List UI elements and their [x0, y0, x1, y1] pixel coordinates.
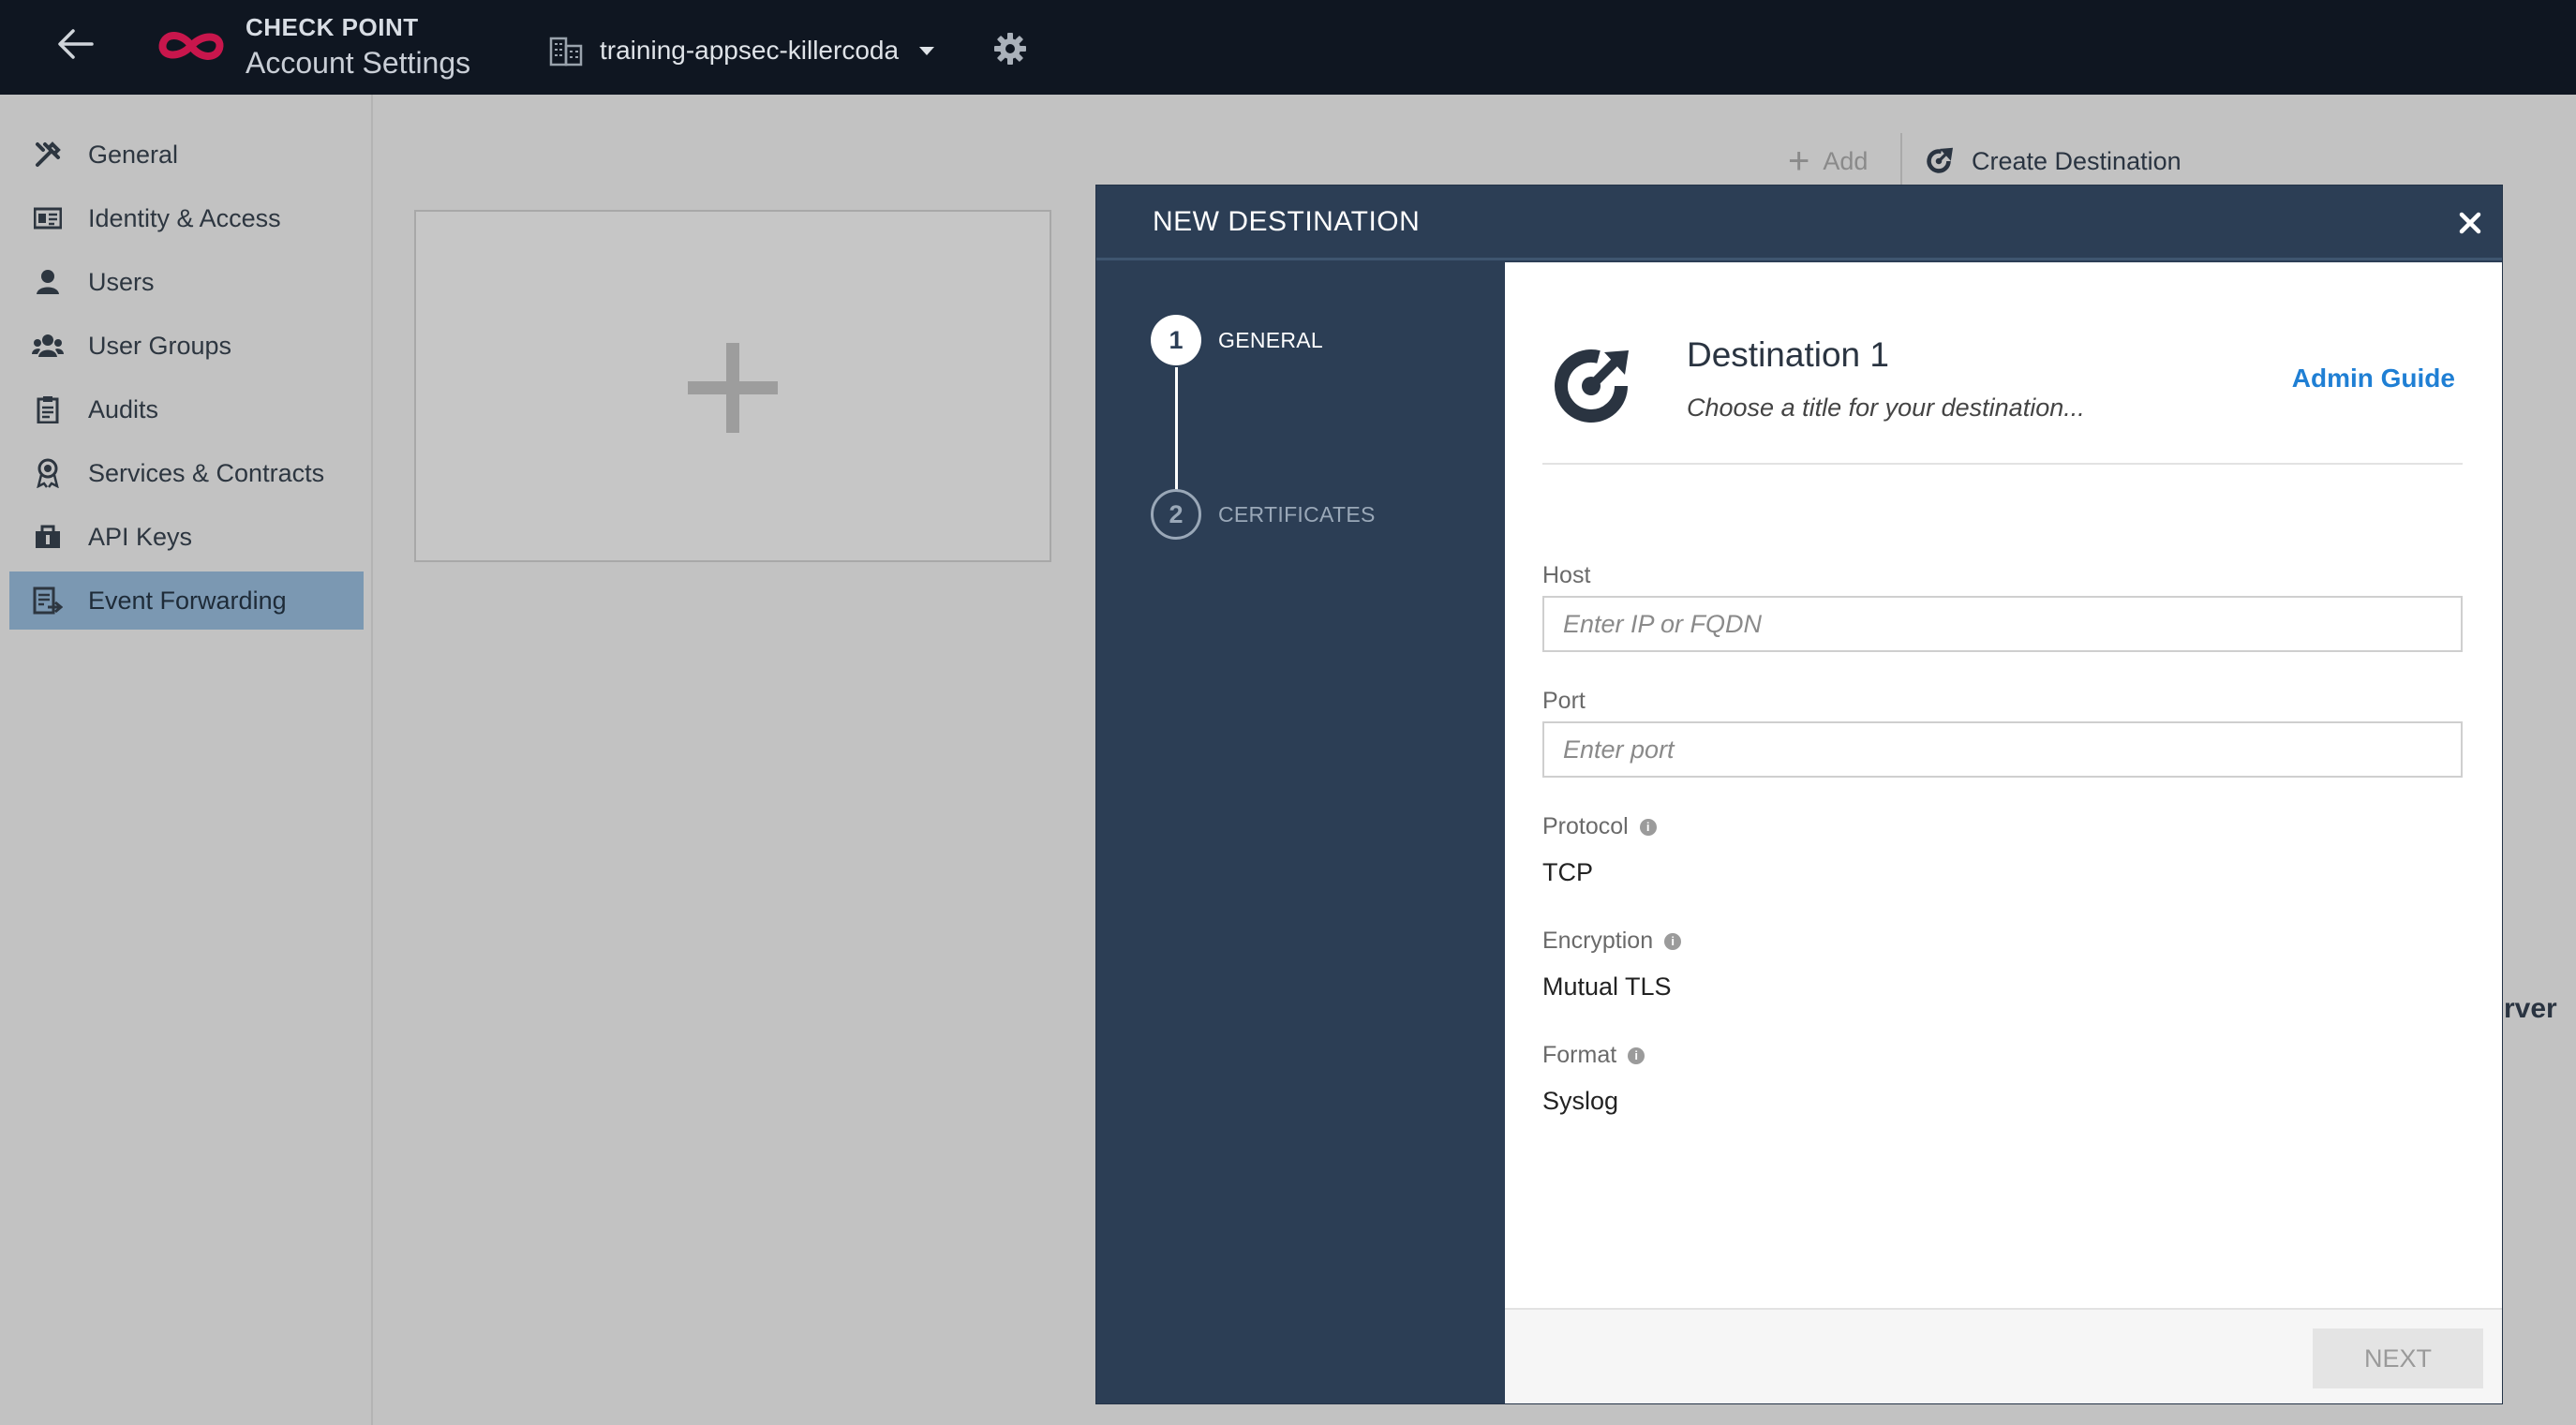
back-arrow-icon[interactable]: [52, 21, 99, 67]
modal-header: NEW DESTINATION: [1096, 186, 2502, 260]
step-general[interactable]: 1 GENERAL: [1151, 315, 1323, 365]
encryption-value: Mutual TLS: [1542, 972, 1672, 1001]
sidebar-item-api-keys[interactable]: API Keys: [9, 508, 364, 566]
step-number: 1: [1151, 315, 1201, 365]
sidebar-item-event-forwarding[interactable]: Event Forwarding: [9, 571, 364, 630]
admin-guide-link[interactable]: Admin Guide: [2292, 364, 2455, 393]
background-partial-text: rver: [2504, 993, 2557, 1024]
tools-icon: [32, 139, 64, 171]
top-bar: CHECK POINT Account Settings training-ap…: [0, 0, 2576, 95]
add-destination-card[interactable]: [414, 210, 1051, 562]
sidebar-item-label: Audits: [88, 394, 159, 423]
new-destination-modal: NEW DESTINATION 1 GENERAL 2 CERTIFICATES…: [1096, 186, 2502, 1403]
modal-footer: NEXT: [1505, 1308, 2502, 1403]
plus-icon: +: [1788, 141, 1810, 182]
encryption-label: Encryption i: [1542, 928, 1682, 955]
add-button-label: Add: [1823, 146, 1869, 175]
info-icon[interactable]: i: [1664, 932, 1682, 950]
protocol-label: Protocol i: [1542, 813, 1657, 840]
step-number: 2: [1151, 489, 1201, 540]
sidebar-item-label: Users: [88, 267, 155, 296]
destination-icon: [1542, 337, 1640, 435]
brand: CHECK POINT Account Settings: [246, 13, 470, 81]
account-name: training-appsec-killercoda: [600, 36, 900, 65]
id-card-icon: [32, 202, 64, 234]
general-form-panel: Destination 1 Choose a title for your de…: [1505, 262, 2502, 1403]
host-input[interactable]: [1542, 596, 2463, 652]
chevron-down-icon: [919, 46, 935, 55]
sidebar-item-label: Services & Contracts: [88, 458, 325, 487]
sidebar-item-user-groups[interactable]: User Groups: [9, 317, 364, 375]
gear-icon[interactable]: [991, 30, 1029, 67]
sidebar-item-audits[interactable]: Audits: [9, 380, 364, 438]
brand-name: CHECK POINT: [246, 13, 419, 41]
destination-subtitle: Choose a title for your destination...: [1687, 393, 2085, 422]
next-button[interactable]: NEXT: [2313, 1329, 2483, 1388]
sidebar-item-users[interactable]: Users: [9, 253, 364, 311]
sidebar: General Identity & Access Users User Gro…: [0, 95, 373, 1425]
destination-name[interactable]: Destination 1: [1687, 335, 1889, 375]
format-value: Syslog: [1542, 1087, 1619, 1115]
clipboard-icon: [32, 393, 64, 425]
info-icon[interactable]: i: [1628, 1046, 1645, 1064]
info-icon[interactable]: i: [1639, 818, 1657, 836]
sidebar-item-label: API Keys: [88, 522, 193, 551]
create-destination-button[interactable]: Create Destination: [1923, 142, 2181, 180]
app-title: Account Settings: [246, 46, 471, 80]
port-input[interactable]: [1542, 721, 2463, 778]
format-label: Format i: [1542, 1042, 1645, 1069]
sidebar-item-general[interactable]: General: [9, 126, 364, 184]
destination-icon: [1927, 147, 1954, 173]
close-icon[interactable]: [2451, 204, 2489, 242]
award-icon: [32, 457, 64, 489]
sidebar-item-identity-access[interactable]: Identity & Access: [9, 189, 364, 247]
sidebar-item-services-contracts[interactable]: Services & Contracts: [9, 444, 364, 502]
step-label: GENERAL: [1218, 327, 1324, 352]
users-icon: [32, 330, 64, 362]
step-certificates[interactable]: 2 CERTIFICATES: [1151, 489, 1376, 540]
key-box-icon: [32, 521, 64, 553]
sidebar-item-label: Event Forwarding: [88, 586, 287, 615]
account-selector[interactable]: training-appsec-killercoda: [549, 32, 935, 69]
create-destination-label: Create Destination: [1972, 146, 2181, 175]
host-label-text: Host: [1542, 562, 1591, 588]
check-point-logo-icon: [156, 22, 227, 69]
format-label-text: Format: [1542, 1042, 1617, 1068]
building-icon: [549, 37, 583, 67]
sidebar-item-label: General: [88, 140, 179, 169]
wizard-stepper: 1 GENERAL 2 CERTIFICATES: [1096, 262, 1505, 1403]
sidebar-item-label: Identity & Access: [88, 203, 281, 232]
divider: [1542, 463, 2463, 465]
protocol-value: TCP: [1542, 858, 1593, 886]
toolbar-divider: [1900, 133, 1902, 187]
step-connector: [1175, 367, 1178, 491]
forward-list-icon: [32, 585, 64, 616]
port-label-text: Port: [1542, 688, 1586, 714]
step-label: CERTIFICATES: [1218, 501, 1376, 527]
port-label: Port: [1542, 688, 1586, 715]
add-button[interactable]: + Add: [1788, 142, 1868, 180]
encryption-label-text: Encryption: [1542, 928, 1654, 954]
protocol-label-text: Protocol: [1542, 813, 1629, 839]
modal-title: NEW DESTINATION: [1153, 206, 1421, 237]
sidebar-item-label: User Groups: [88, 331, 232, 360]
host-label: Host: [1542, 562, 1590, 589]
user-icon: [32, 266, 64, 298]
